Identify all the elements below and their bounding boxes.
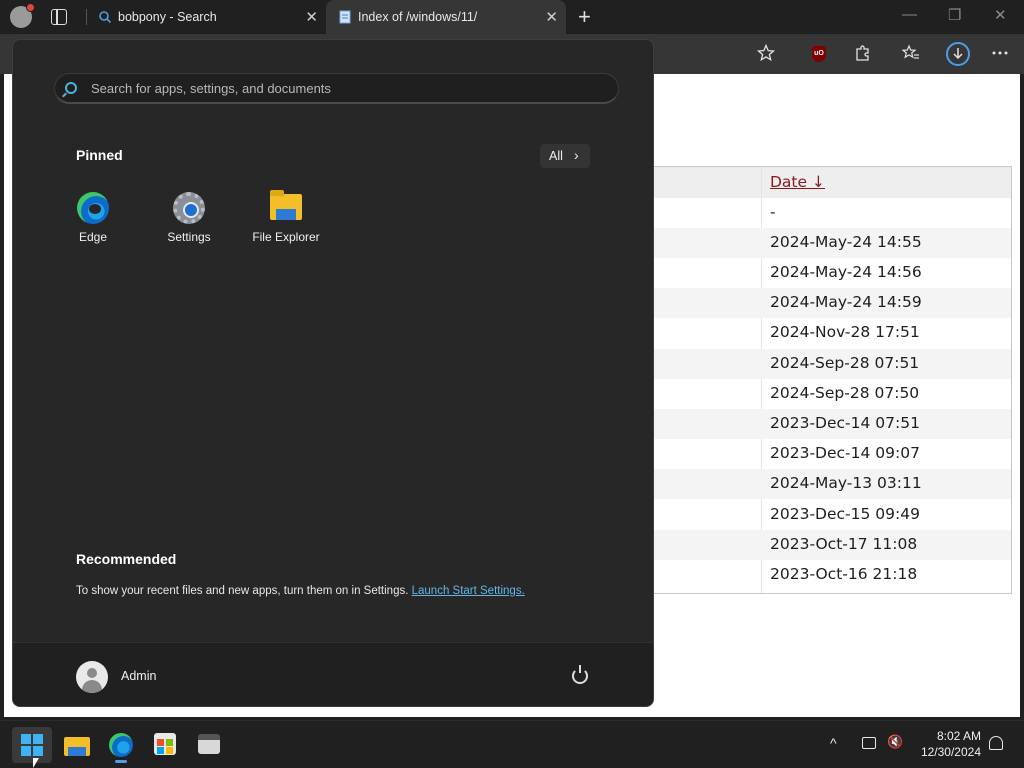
start-button[interactable] [12, 727, 52, 763]
search-placeholder: Search for apps, settings, and documents [91, 81, 331, 96]
taskbar: ^ 🔇 8:02 AM 12/30/2024 [0, 720, 1024, 768]
date-cell: - [770, 203, 776, 221]
tab-index-of-windows-11[interactable]: Index of /windows/11/ ✕ [326, 0, 566, 34]
browser-tab-strip: bobpony - Search ✕ Index of /windows/11/… [0, 0, 1024, 34]
tray-chevron-up-icon[interactable]: ^ [830, 735, 837, 751]
date-cell: 2024-May-24 14:59 [770, 293, 922, 311]
all-apps-button[interactable]: All › [540, 144, 590, 168]
recommended-message: To show your recent files and new apps, … [76, 585, 525, 597]
directory-table: Date ↓ - 2024-May-24 14:55 2024-May-24 1… [650, 166, 1012, 594]
clock[interactable]: 8:02 AM 12/30/2024 [905, 728, 981, 760]
power-icon[interactable] [572, 665, 588, 684]
table-row: 2023-Oct-17 11:08 [651, 530, 1011, 560]
table-header: Date ↓ [651, 167, 1011, 198]
recommended-title: Recommended [76, 551, 177, 567]
launch-start-settings-link[interactable]: Launch Start Settings. [412, 585, 525, 597]
notification-bell-icon[interactable] [989, 736, 1003, 750]
tab-bobpony-search[interactable]: bobpony - Search ✕ [86, 0, 326, 34]
date-cell: 2023-Oct-16 21:18 [770, 565, 918, 583]
date-cell: 2023-Dec-14 07:51 [770, 414, 920, 432]
new-tab-button[interactable]: + [578, 4, 591, 30]
date-cell: 2024-Sep-28 07:51 [770, 354, 920, 372]
chevron-right-icon: › [574, 147, 579, 163]
close-window-button[interactable]: ✕ [994, 6, 1007, 24]
date-cell: 2023-Dec-15 09:49 [770, 505, 920, 523]
running-indicator [115, 760, 127, 763]
close-tab-icon[interactable]: ✕ [305, 8, 318, 26]
pinned-app-label: Edge [78, 230, 108, 244]
avatar-head [87, 668, 97, 678]
pinned-app-file-explorer[interactable]: File Explorer [238, 190, 334, 250]
search-icon [98, 10, 112, 24]
page-icon [338, 10, 352, 24]
volume-muted-icon[interactable]: 🔇 [887, 734, 903, 750]
date-column-header[interactable]: Date ↓ [770, 173, 825, 191]
profile-avatar-icon[interactable] [10, 3, 35, 28]
more-menu-icon[interactable] [990, 44, 1010, 64]
favorite-star-icon[interactable] [756, 43, 776, 64]
all-apps-label: All [549, 149, 563, 163]
taskbar-file-explorer[interactable] [57, 727, 97, 763]
table-row: 2024-May-24 14:55 [651, 228, 1011, 258]
recommended-text: To show your recent files and new apps, … [76, 585, 412, 597]
user-avatar[interactable] [76, 661, 108, 693]
table-row: 2023-Dec-14 07:51 [651, 409, 1011, 439]
clock-date: 12/30/2024 [920, 745, 981, 759]
table-row: - [651, 198, 1011, 228]
date-cell: 2024-Nov-28 17:51 [770, 323, 920, 341]
windows-logo-icon [21, 734, 43, 756]
table-row: 2024-Sep-28 07:50 [651, 379, 1011, 409]
gear-icon [173, 192, 205, 224]
taskbar-microsoft-store[interactable] [145, 727, 185, 763]
edge-icon [77, 192, 109, 224]
pinned-app-edge[interactable]: Edge [45, 190, 141, 250]
pinned-app-settings[interactable]: Settings [141, 190, 237, 250]
folder-icon [64, 737, 90, 756]
profile-notification-dot [26, 3, 35, 12]
date-cell: 2024-May-13 03:11 [770, 474, 922, 492]
tab-title: bobpony - Search [118, 10, 217, 24]
table-row: 2024-May-13 03:11 [651, 469, 1011, 499]
table-row: 2023-Dec-15 09:49 [651, 500, 1011, 530]
start-footer: Admin [13, 642, 653, 706]
close-tab-icon[interactable]: ✕ [545, 8, 558, 26]
store-icon [154, 733, 176, 755]
date-cell: 2024-May-24 14:56 [770, 263, 922, 281]
table-row: 2024-May-24 14:59 [651, 288, 1011, 318]
favorites-collection-icon[interactable] [901, 44, 921, 64]
avatar-body [82, 680, 102, 693]
table-row: 2024-Sep-28 07:51 [651, 349, 1011, 379]
date-cell: 2023-Oct-17 11:08 [770, 535, 918, 553]
extensions-puzzle-icon[interactable] [853, 44, 873, 64]
date-cell: 2023-Dec-14 09:07 [770, 444, 920, 462]
date-cell: 2024-May-24 14:55 [770, 233, 922, 251]
installer-icon [198, 734, 220, 754]
start-menu: Search for apps, settings, and documents… [12, 39, 654, 707]
folder-icon [270, 190, 302, 220]
clock-time: 8:02 AM [936, 729, 981, 743]
edge-icon [109, 733, 133, 757]
restore-button[interactable]: ❐ [948, 6, 961, 24]
date-cell: 2024-Sep-28 07:50 [770, 384, 920, 402]
taskbar-installer[interactable] [189, 727, 229, 763]
pinned-app-label: Settings [167, 230, 211, 244]
search-icon [65, 82, 77, 94]
ublock-origin-extension-icon[interactable]: uO [812, 46, 826, 62]
tab-actions-icon[interactable] [51, 9, 67, 25]
start-search-input[interactable]: Search for apps, settings, and documents [54, 73, 619, 104]
pinned-app-label: File Explorer [252, 230, 320, 244]
network-icon[interactable] [862, 737, 876, 749]
tab-title: Index of /windows/11/ [358, 10, 478, 24]
downloads-icon[interactable] [946, 42, 970, 66]
taskbar-edge[interactable] [101, 727, 141, 763]
user-name[interactable]: Admin [121, 669, 156, 683]
table-row: 2023-Dec-14 09:07 [651, 439, 1011, 469]
mouse-cursor-icon [33, 758, 39, 768]
pinned-title: Pinned [76, 147, 123, 163]
table-row: 2024-May-24 14:56 [651, 258, 1011, 288]
table-row: 2023-Oct-16 21:18 [651, 560, 1011, 590]
table-row: 2024-Nov-28 17:51 [651, 318, 1011, 348]
minimize-button[interactable]: — [902, 6, 917, 23]
